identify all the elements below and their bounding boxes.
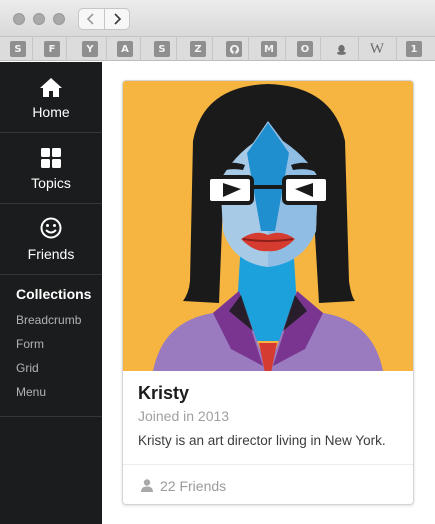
sidebar-item-home[interactable]: Home: [0, 62, 102, 133]
bookmark-y[interactable]: Y: [82, 41, 98, 57]
bookmark-1[interactable]: 1: [406, 41, 422, 57]
user-icon: [141, 479, 153, 492]
card-name[interactable]: Kristy: [138, 383, 189, 404]
bookmark-o[interactable]: O: [297, 41, 313, 57]
forward-button[interactable]: [103, 9, 130, 29]
sidebar-item-label: Friends: [27, 246, 75, 262]
close-window-button[interactable]: [13, 13, 25, 25]
bookmark-a[interactable]: A: [117, 41, 133, 57]
sidebar-item-breadcrumb[interactable]: Breadcrumb: [16, 313, 81, 327]
card-extra[interactable]: 22 Friends: [123, 464, 413, 504]
sidebar-item-grid[interactable]: Grid: [16, 361, 39, 375]
collections-header: Collections: [16, 286, 92, 302]
sidebar-item-topics[interactable]: Topics: [0, 133, 102, 204]
sidebar-divider: [0, 416, 102, 417]
bookmarks-bar: S F Y A S Z M O W 1: [0, 37, 435, 61]
sidebar-menu: Home Topics Friends Collections Breadcru…: [0, 62, 102, 524]
avatar-image: [123, 81, 413, 371]
profile-card[interactable]: Kristy Joined in 2013 Kristy is an art d…: [122, 80, 414, 505]
minimize-window-button[interactable]: [33, 13, 45, 25]
home-icon: [40, 78, 62, 97]
qq-penguin-icon: [336, 44, 346, 55]
sidebar-item-label: Topics: [31, 175, 71, 191]
history-nav: [78, 8, 130, 30]
card-description: Kristy is an art director living in New …: [138, 433, 386, 448]
sidebar-item-menu[interactable]: Menu: [16, 385, 46, 399]
github-icon: [229, 44, 239, 54]
friends-count: 22 Friends: [160, 478, 227, 494]
grid-icon: [41, 148, 61, 168]
bookmark-github[interactable]: [226, 41, 242, 57]
zoom-window-button[interactable]: [53, 13, 65, 25]
bookmark-f[interactable]: F: [44, 41, 60, 57]
window-titlebar: [0, 0, 435, 37]
sidebar-item-form[interactable]: Form: [16, 337, 44, 351]
bookmark-m[interactable]: M: [261, 41, 277, 57]
back-button[interactable]: [79, 9, 104, 29]
chevron-left-icon: [87, 13, 94, 25]
smile-icon: [40, 217, 62, 239]
sidebar-item-label: Home: [32, 104, 70, 120]
bookmark-z[interactable]: Z: [190, 41, 206, 57]
bookmark-wikipedia[interactable]: W: [367, 41, 387, 57]
bookmark-qq[interactable]: [333, 41, 349, 57]
bookmark-s[interactable]: S: [10, 41, 26, 57]
card-meta: Joined in 2013: [138, 408, 230, 424]
chevron-right-icon: [114, 13, 121, 25]
bookmark-s2[interactable]: S: [154, 41, 170, 57]
sidebar-item-friends[interactable]: Friends: [0, 204, 102, 275]
